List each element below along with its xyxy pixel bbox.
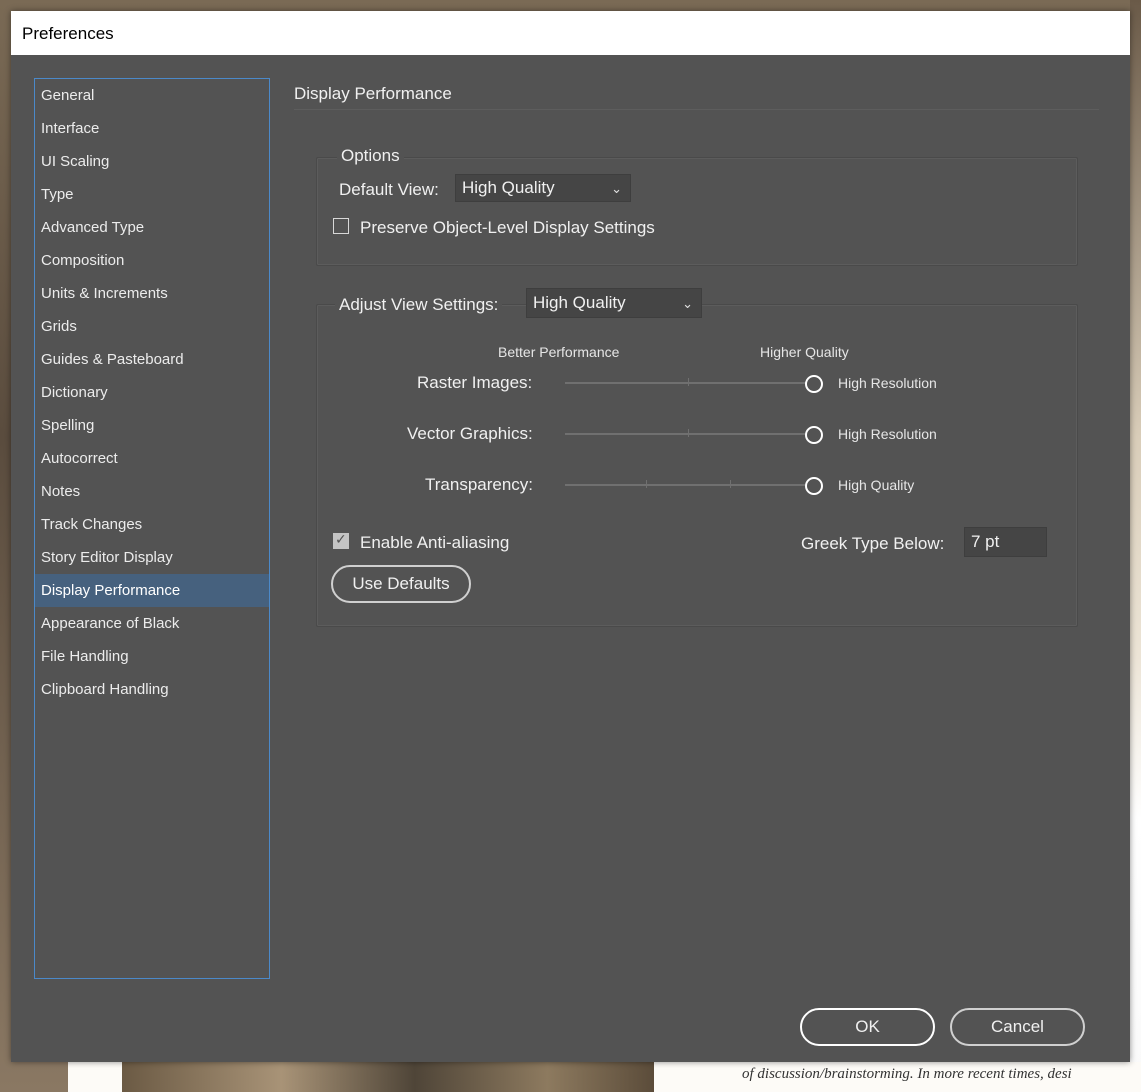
vector-graphics-slider-knob[interactable] — [805, 426, 823, 444]
vector-graphics-slider-track[interactable] — [565, 433, 813, 435]
panel-title: Display Performance — [294, 84, 452, 103]
adjust-view-label: Adjust View Settings: — [335, 295, 503, 315]
raster-images-slider-knob[interactable] — [805, 375, 823, 393]
raster-images-value: High Resolution — [838, 375, 937, 391]
transparency-slider-knob[interactable] — [805, 477, 823, 495]
transparency-label: Transparency: — [425, 475, 534, 494]
transparency-slider-track[interactable] — [565, 484, 813, 486]
panel-title-divider — [294, 109, 1099, 110]
sidebar-item-spelling[interactable]: Spelling — [35, 409, 269, 442]
sidebar-item-interface[interactable]: Interface — [35, 112, 269, 145]
sidebar-item-grids[interactable]: Grids — [35, 310, 269, 343]
raster-images-slider-tick — [688, 378, 689, 386]
sidebar-item-units-increments[interactable]: Units & Increments — [35, 277, 269, 310]
sidebar-item-type[interactable]: Type — [35, 178, 269, 211]
sidebar-item-guides-pasteboard[interactable]: Guides & Pasteboard — [35, 343, 269, 376]
document-photo — [122, 1062, 654, 1092]
adjust-view-dropdown[interactable]: High Quality ⌄ — [526, 288, 702, 318]
default-view-dropdown[interactable]: High Quality ⌄ — [455, 174, 631, 202]
preserve-settings-label[interactable]: Preserve Object-Level Display Settings — [360, 218, 655, 238]
use-defaults-button[interactable]: Use Defaults — [331, 565, 471, 603]
sidebar-item-notes[interactable]: Notes — [35, 475, 269, 508]
sidebar-item-composition[interactable]: Composition — [35, 244, 269, 277]
sidebar-item-track-changes[interactable]: Track Changes — [35, 508, 269, 541]
sidebar-item-general[interactable]: General — [35, 79, 269, 112]
sidebar-item-appearance-of-black[interactable]: Appearance of Black — [35, 607, 269, 640]
preferences-dialog: Preferences General Interface UI Scaling… — [11, 11, 1130, 1062]
checkmark-icon: ✓ — [335, 531, 347, 547]
vector-graphics-value: High Resolution — [838, 426, 937, 442]
sidebar-item-dictionary[interactable]: Dictionary — [35, 376, 269, 409]
vector-graphics-slider-tick — [688, 429, 689, 437]
cancel-button[interactable]: Cancel — [950, 1008, 1085, 1046]
default-view-value: High Quality — [462, 178, 555, 197]
higher-quality-label: Higher Quality — [760, 344, 849, 360]
raster-images-label: Raster Images: — [417, 373, 533, 392]
transparency-slider-tick — [646, 480, 647, 488]
better-performance-label: Better Performance — [498, 344, 620, 360]
sidebar-item-clipboard-handling[interactable]: Clipboard Handling — [35, 673, 269, 706]
options-legend: Options — [337, 146, 404, 166]
sidebar-item-file-handling[interactable]: File Handling — [35, 640, 269, 673]
default-view-label: Default View: — [339, 180, 439, 199]
anti-aliasing-checkbox[interactable]: ✓ — [333, 531, 349, 549]
options-group — [316, 157, 1078, 266]
sidebar-item-advanced-type[interactable]: Advanced Type — [35, 211, 269, 244]
adjust-view-value: High Quality — [533, 293, 626, 312]
preferences-category-list[interactable]: General Interface UI Scaling Type Advanc… — [34, 78, 270, 979]
document-caption-text: of discussion/brainstorming. In more rec… — [742, 1066, 1072, 1082]
vector-graphics-label: Vector Graphics: — [407, 424, 533, 443]
preserve-settings-checkbox[interactable] — [333, 218, 349, 234]
chevron-down-icon: ⌄ — [682, 296, 693, 311]
transparency-value: High Quality — [838, 477, 915, 493]
sidebar-item-autocorrect[interactable]: Autocorrect — [35, 442, 269, 475]
title-bar[interactable]: Preferences — [11, 11, 1130, 55]
greek-type-input[interactable]: 7 pt — [964, 527, 1047, 557]
sidebar-item-ui-scaling[interactable]: UI Scaling — [35, 145, 269, 178]
transparency-slider-tick — [730, 480, 731, 488]
document-background-right — [1130, 0, 1141, 1092]
dialog-title: Preferences — [22, 24, 114, 43]
sidebar-item-story-editor-display[interactable]: Story Editor Display — [35, 541, 269, 574]
anti-aliasing-label[interactable]: Enable Anti-aliasing — [360, 533, 509, 553]
chevron-down-icon: ⌄ — [611, 181, 622, 196]
greek-type-label: Greek Type Below: — [801, 534, 945, 553]
sidebar-item-display-performance[interactable]: Display Performance — [35, 574, 269, 607]
ok-button[interactable]: OK — [800, 1008, 935, 1046]
raster-images-slider-track[interactable] — [565, 382, 813, 384]
